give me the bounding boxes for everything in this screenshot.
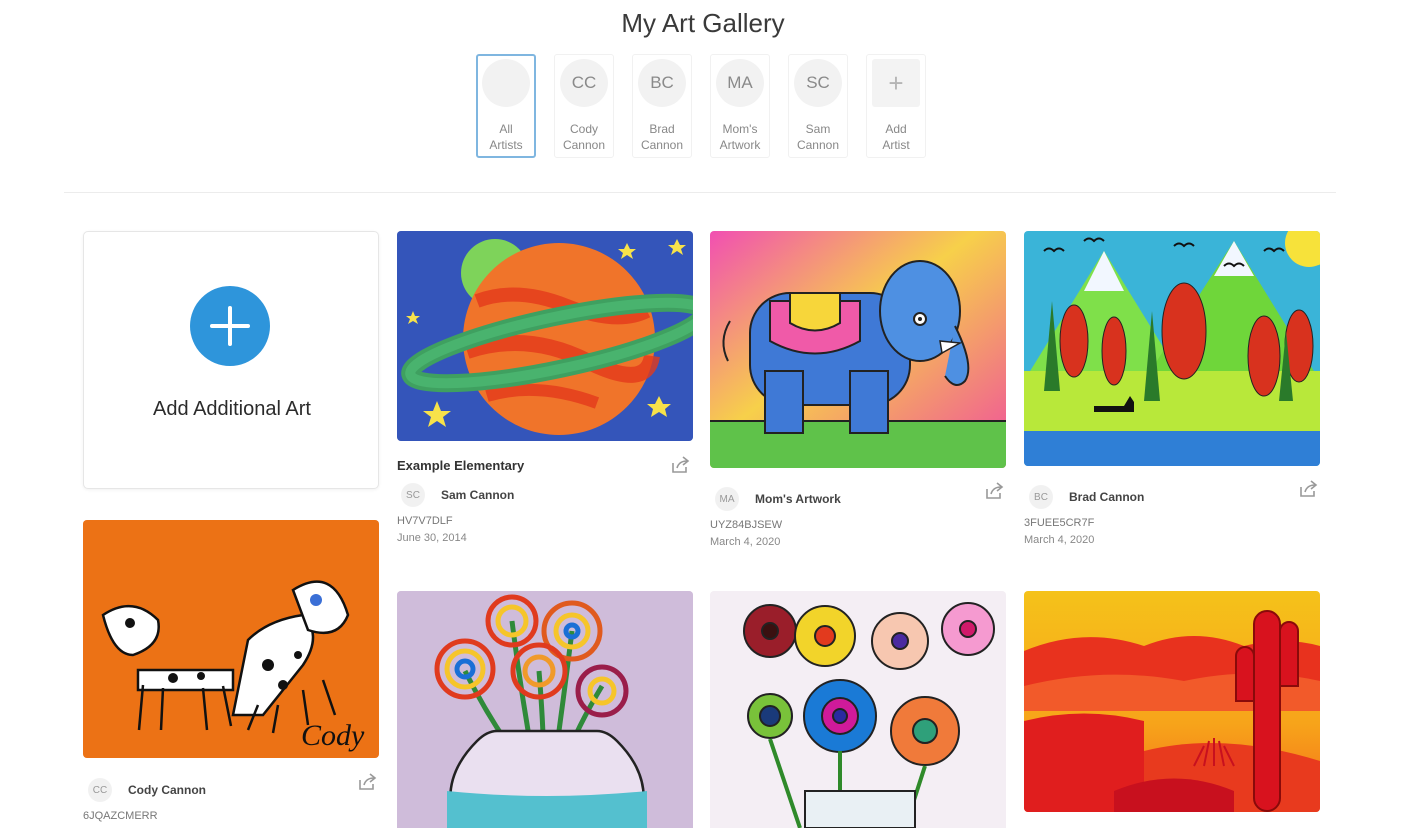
avatar: CC — [88, 778, 112, 802]
artist-tab-label: Brad Cannon — [640, 122, 684, 152]
artwork-code: HV7V7DLF — [397, 515, 453, 527]
artist-filter-bar: All Artists CC Cody Cannon BC Brad Cannon M… — [474, 54, 934, 158]
artist-name: Sam Cannon — [441, 488, 515, 502]
artwork-image-flowers-vase[interactable] — [397, 591, 693, 828]
artist-tab-sam-cannon[interactable]: SC Sam Cannon — [788, 54, 848, 158]
avatar — [482, 59, 530, 107]
avatar: SC — [401, 483, 425, 507]
forest-painting — [1024, 231, 1320, 466]
artist-tab-brad-cannon[interactable]: BC Brad Cannon — [632, 54, 692, 158]
artwork-image-flowers-drawing[interactable] — [710, 591, 1006, 828]
add-artist-button[interactable]: + Add Artist — [866, 54, 926, 158]
artwork-code: 3FUEE5CR7F — [1024, 517, 1095, 529]
artwork-image-desert-cactus[interactable] — [1024, 591, 1320, 812]
share-icon[interactable] — [356, 771, 378, 793]
flowers-drawing-painting — [710, 591, 1006, 828]
add-art-card[interactable]: Add Additional Art — [83, 231, 379, 489]
artwork-image-dogs[interactable]: Cody — [83, 520, 379, 758]
artwork-image-forest[interactable] — [1024, 231, 1320, 466]
plus-icon: + — [872, 59, 920, 107]
artwork-date: March 4, 2020 — [1024, 534, 1095, 546]
desert-cactus-painting — [1024, 591, 1320, 812]
artwork-date: June 30, 2014 — [397, 532, 467, 544]
page-title: My Art Gallery — [621, 8, 785, 38]
artist-tab-label: Cody Cannon — [562, 122, 606, 152]
artist-tab-moms-artwork[interactable]: MA Mom's Artwork — [710, 54, 770, 158]
artwork-signature: Cody — [301, 719, 365, 752]
avatar: MA — [716, 59, 764, 107]
share-icon[interactable] — [1297, 478, 1319, 500]
artist-name: Cody Cannon — [128, 783, 206, 797]
artist-tab-label: Add Artist — [882, 122, 910, 152]
share-icon[interactable] — [983, 480, 1005, 502]
artwork-title: Example Elementary — [397, 458, 525, 473]
artist-name: Mom's Artwork — [755, 492, 841, 506]
avatar: CC — [560, 59, 608, 107]
share-icon[interactable] — [669, 454, 691, 476]
artist-tab-all-artists[interactable]: All Artists — [476, 54, 536, 158]
flowers-vase-painting — [397, 591, 693, 828]
artist-name: Brad Cannon — [1069, 490, 1145, 504]
add-art-plus-icon[interactable] — [190, 286, 270, 366]
elephant-painting — [710, 231, 1006, 468]
avatar: BC — [638, 59, 686, 107]
avatar: SC — [794, 59, 842, 107]
dogs-painting: Cody — [83, 520, 379, 758]
artist-tab-label: Sam Cannon — [796, 122, 840, 152]
divider — [64, 192, 1336, 193]
artwork-date: March 4, 2020 — [710, 536, 781, 548]
artwork-image-planet[interactable] — [397, 231, 693, 441]
artwork-code: 6JQAZCMERR — [83, 810, 158, 822]
add-art-label: Add Additional Art — [153, 398, 311, 420]
artwork-image-elephant[interactable] — [710, 231, 1006, 468]
avatar: MA — [715, 487, 739, 511]
artist-tab-cody-cannon[interactable]: CC Cody Cannon — [554, 54, 614, 158]
avatar: BC — [1029, 485, 1053, 509]
planet-painting — [397, 231, 693, 441]
artwork-code: UYZ84BJSEW — [710, 519, 783, 531]
artist-tab-label: Mom's Artwork — [719, 122, 761, 152]
artist-tab-label: All Artists — [489, 122, 523, 152]
